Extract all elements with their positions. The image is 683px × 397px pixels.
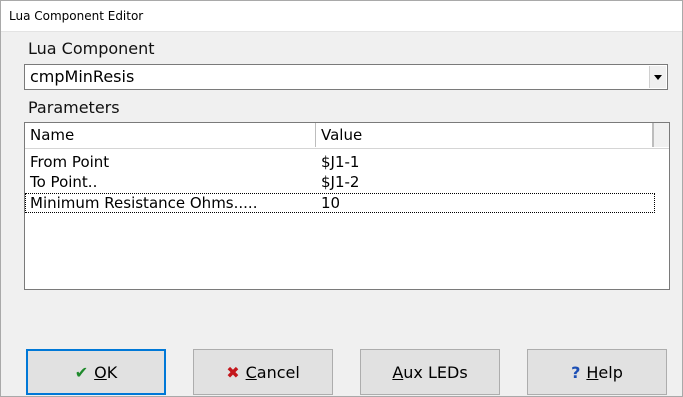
aux-leds-button-label: Aux LEDs <box>392 362 468 382</box>
lua-component-label: Lua Component <box>28 39 155 58</box>
param-name: To Point.. <box>30 173 98 191</box>
dialog-window: Lua Component Editor Lua Component cmpMi… <box>0 0 683 397</box>
cancel-button[interactable]: ✖ Cancel <box>193 349 333 395</box>
aux-leds-button[interactable]: Aux LEDs <box>360 349 500 395</box>
chevron-down-icon[interactable] <box>649 66 666 88</box>
check-icon: ✔ <box>74 362 89 382</box>
title-bar[interactable]: Lua Component Editor <box>1 1 682 32</box>
table-row[interactable]: Minimum Resistance Ohms..... 10 <box>25 193 655 213</box>
ok-button[interactable]: ✔ OK <box>26 349 166 395</box>
column-header-value[interactable]: Value <box>316 123 653 147</box>
table-row[interactable]: From Point $J1-1 <box>25 152 669 172</box>
column-header-name[interactable]: Name <box>25 123 316 147</box>
parameters-grid[interactable]: Name Value From Point $J1-1 To Point.. $… <box>24 122 670 290</box>
cancel-button-label: Cancel <box>245 362 300 382</box>
lua-component-dropdown[interactable]: cmpMinResis <box>24 64 668 90</box>
param-value: $J1-2 <box>321 173 360 191</box>
help-button[interactable]: ? Help <box>527 349 667 395</box>
lua-component-selected: cmpMinResis <box>30 67 135 86</box>
question-icon: ? <box>571 362 581 382</box>
param-value: 10 <box>321 194 341 212</box>
help-button-label: Help <box>586 362 623 382</box>
column-header-filler <box>653 123 669 147</box>
table-row[interactable]: To Point.. $J1-2 <box>25 172 669 192</box>
param-name: From Point <box>30 153 110 171</box>
grid-header: Name Value <box>25 123 669 149</box>
window-title: Lua Component Editor <box>9 9 144 23</box>
parameters-label: Parameters <box>28 98 120 117</box>
ok-button-label: OK <box>94 362 118 382</box>
param-name: Minimum Resistance Ohms..... <box>30 194 258 212</box>
x-icon: ✖ <box>226 362 240 382</box>
param-value: $J1-1 <box>321 153 360 171</box>
